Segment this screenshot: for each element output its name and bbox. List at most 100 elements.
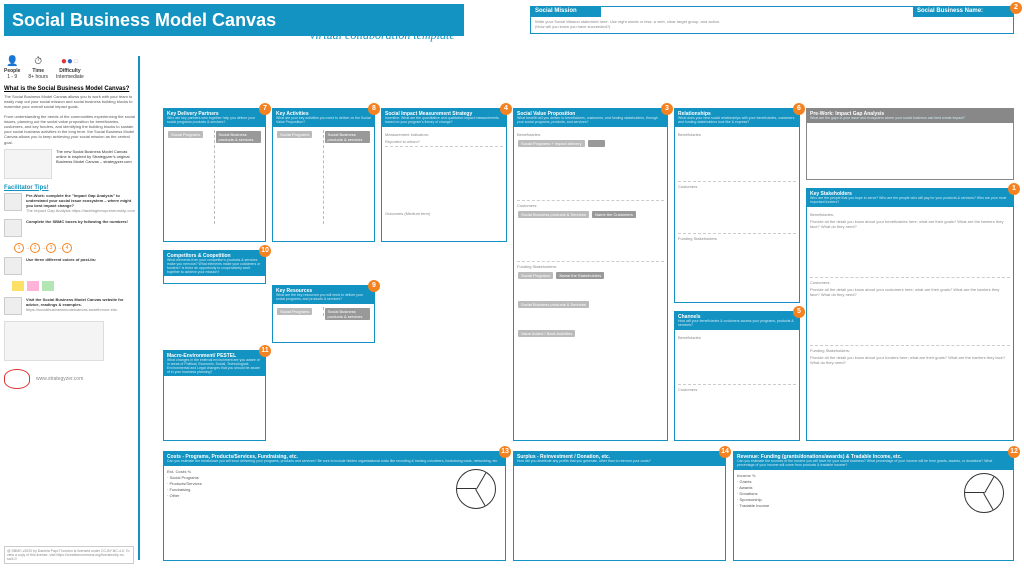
panel-costs[interactable]: Costs - Programs, Products/Services, Fun… [163,451,506,561]
ms-row3: Outcomes (Medium term) [385,211,503,216]
panel-surplus[interactable]: Surplus - Reinvestment / Donation, etc.H… [513,451,726,561]
caption-row: The new Social Business Model Canvas onl… [4,149,136,179]
clock-icon: ⏱ [28,56,48,67]
panel-channels[interactable]: ChannelsHow will your beneficiaries & cu… [674,311,800,441]
badge-4: 4 [500,103,512,115]
caption-text: The new Social Business Model Canvas onl… [56,149,136,179]
tip4-icon [4,297,22,315]
meta-row: 👤 People 1 - 9 ⏱ Time 8+ hours ●●○ Diffi… [4,56,136,80]
postit-pink [27,281,39,291]
panel-resources[interactable]: Key ResourcesWhat are the key resources … [272,285,375,343]
tip1-icon [4,193,22,211]
rv-i0: Grants [737,479,901,484]
canvas-subtitle: virtual collaboration template [310,28,455,43]
svp-row5: Value Added / Back Activities [518,330,575,337]
ms-row1: Measurement Indicators: [385,132,503,137]
mission-prompt: Write your Social Mission statement here… [535,19,720,29]
panel-revenue[interactable]: Revenue: Funding (grants/donations/award… [733,451,1014,561]
panel-relationships[interactable]: RelationshipsWhat does your best social … [674,108,800,303]
ka-pill2: Social Business products & services [325,131,371,143]
logo-row: www.strategyzer.com [4,365,136,393]
rv-lh: Income % [737,473,756,478]
ka-sub: What are your key activities you need to… [276,117,371,125]
rel-sub: What does your best social relationships… [678,117,796,125]
badge-12: 12 [1008,446,1020,458]
tip4-link[interactable]: https://socialbusinessmodelcanvas.swarth… [26,307,117,312]
step-4: 4 [62,243,72,253]
badge-5: 5 [793,306,805,318]
tip-1: Pre-Work: complete the "Impact Gap Analy… [4,193,136,213]
rv-i2: Donations [737,491,901,496]
tip3-text: Use three different colors of post-its: [26,257,96,262]
rv-i4: Tradable Income [737,503,901,508]
co-lh: Est. Costs % [167,469,191,474]
time-value: 8+ hours [28,74,48,80]
co-i1: Products/Services [167,481,368,486]
ch-sub: How will your beneficiaries & customers … [678,320,796,328]
kr-pill2: Social Business products & services [325,308,371,320]
ch-b: Beneficiaries [678,335,796,340]
ch-c: Customers [678,387,796,392]
difficulty-icon: ●●○ [56,56,84,67]
panel-competitors[interactable]: Competitors & CoopetitionWhat elements f… [163,250,266,284]
rv-i1: Awards [737,485,901,490]
panel-prework[interactable]: Pre-Work: Impact Gap AnalysisWhat are th… [806,108,1014,180]
mission-box[interactable]: Social Mission Social Business Name: Wri… [530,6,1014,34]
video-thumb[interactable] [4,149,52,179]
badge-14: 14 [719,446,731,458]
ks-c: Customers: [810,280,1010,285]
badge-6: 6 [793,103,805,115]
badge-13: 13 [499,446,511,458]
costs-pie-icon [456,469,496,509]
tip1-link[interactable]: The Impact Gap Analysis https://tackling… [26,208,135,213]
tip-2: Complete the SBMC boxes by following the… [4,219,136,237]
panel-measurement[interactable]: Social Impact Measurement StrategyIncent… [381,108,507,242]
meta-difficulty: ●●○ Difficulty Intermediate [56,56,84,80]
co-i0: Social Programs [167,475,368,480]
co-i2: Fundraising [167,487,368,492]
co-sub: Can you estimate the breakdown you will … [167,460,502,464]
people-icon: 👤 [4,56,20,67]
rel-f: Funding Stakeholders [678,236,796,241]
tip-3: Use three different colors of post-its: [4,257,136,275]
panel-key-activities[interactable]: Key ActivitiesWhat are your key activiti… [272,108,375,242]
step-1: 1 [14,243,24,253]
ms-sub: Incentive: What are the quantitative and… [385,117,503,125]
ks-b: Beneficiaries: [810,212,1010,217]
svp-bsub: Social Programs + impact delivery [518,140,585,147]
tip1-text: Pre-Work: complete the "Impact Gap Analy… [26,193,131,208]
kdp-pill2: Social Business products & services [216,131,262,143]
panel-pestel[interactable]: Macro-Environment/ PESTELWhat changes in… [163,350,266,441]
svp-row4: Social Business products & Services [518,301,589,308]
panel-key-delivery-partners[interactable]: Key Delivery PartnersWho are key partner… [163,108,266,242]
badge-7: 7 [259,103,271,115]
badge-3: 3 [661,103,673,115]
ks-sub: Who are the people that you hope to serv… [810,197,1010,205]
step-3: 3 [46,243,56,253]
what-heading: What is the Social Business Model Canvas… [4,86,136,92]
tips-heading: Facilitator Tips! [4,185,136,191]
ka-pill1: Social Programs [277,131,312,138]
postit-colors [12,281,136,291]
rv-i3: Sponsorship [737,497,901,502]
svp-f: Funding Stakeholders: [517,264,664,269]
pe-sub: What changes in the external environment… [167,359,262,374]
postit-yellow [12,281,24,291]
strategyzer-link[interactable]: www.strategyzer.com [36,376,83,382]
badge-8: 8 [368,103,380,115]
ms-row2: Reported to whom? [385,139,503,144]
license-text: @ SBMC v2020 by Daniela Papi-Thornton is… [4,546,134,564]
svp-bpill2 [588,140,605,147]
tip-4: Visit the Social Business Model Canvas w… [4,297,136,315]
panel-stakeholders[interactable]: Key StakeholdersWho are the people that … [806,188,1014,441]
su-sub: How will you distribute any profits that… [517,460,722,464]
website-thumb[interactable] [4,321,104,361]
info-sidebar: 👤 People 1 - 9 ⏱ Time 8+ hours ●●○ Diffi… [4,56,136,564]
ks-ftxt: Provide all the detail you know about yo… [810,355,1010,365]
what-p2: From understanding the needs of the comm… [4,114,136,145]
swarthmore-logo [4,369,30,389]
panel-svp[interactable]: Social Value PropositionWhat benefit wil… [513,108,668,441]
kr-pill1: Social Programs [277,308,312,315]
svp-sub: What benefit will you deliver to benefic… [517,117,664,125]
svp-c: Customers: [517,203,664,208]
